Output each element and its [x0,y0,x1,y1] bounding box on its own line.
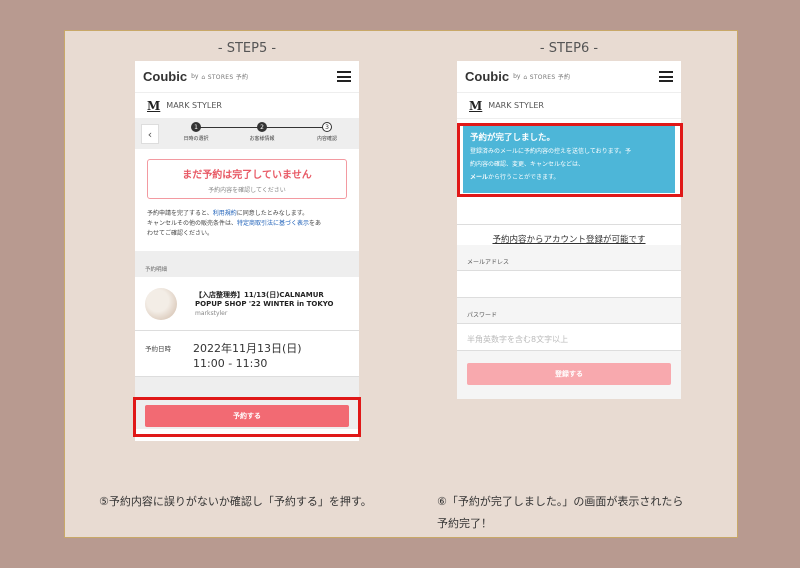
tutorial-panel: - STEP5 - Coubic by ⌂ STORES 予約 M MARK S… [64,30,738,538]
password-field[interactable]: 半角英数字を含む8文字以上 [457,323,681,351]
step-1-label: 日時の選択 [183,136,209,142]
event-title: 【入店整理券】11/13(日)CALNAMUR POPUP SHOP '22 W… [195,290,334,308]
spacer [457,197,681,225]
warning-title: まだ予約は完了していません [182,170,312,181]
commercial-law-link[interactable]: 特定商取引法に基づく表示 [237,220,309,227]
back-button[interactable]: ‹ [141,124,159,144]
step-3-dot: 3 [322,122,332,132]
brand-by: by [191,73,199,80]
menu-icon[interactable] [659,71,673,82]
email-label: メールアドレス [457,245,681,270]
caption-line: 予約完了！ [437,517,492,530]
account-register-link[interactable]: 予約内容からアカウント登録が可能です [457,233,681,245]
terms-of-use-link[interactable]: 利用規約 [213,210,237,217]
shop-name: MARK STYLER [488,101,544,110]
shop-bar[interactable]: M MARK STYLER [135,93,359,119]
stores-logo: ⌂ STORES 予約 [201,74,249,81]
register-button[interactable]: 登録する [467,363,671,385]
caption-line: ⑥「予約が完了しました。」の画面が表示されたら [437,495,684,508]
highlight-frame [457,123,683,197]
menu-icon[interactable] [337,71,351,82]
shop-logo: M [469,98,483,113]
step-2-label: お客様情報 [249,136,275,142]
password-label: パスワード [457,298,681,323]
coubic-logo[interactable]: Coubic [465,69,509,84]
shop-name: MARK STYLER [166,101,222,110]
step5-caption: ⑤予約内容に誤りがないか確認し「予約する」を押す。 [99,495,372,508]
shop-logo: M [147,98,161,113]
step5-heading: - STEP5 - [217,41,277,56]
terms-text: わせてご確認ください。 [147,230,214,237]
step-3-label: 内容確認 [316,136,338,142]
chevron-left-icon: ‹ [147,127,153,141]
progress-stepper: ‹ 1 2 3 日時の選択 お客様情報 内容確認 [135,119,359,149]
reservation-item: 【入店整理券】11/13(日)CALNAMUR POPUP SHOP '22 W… [135,277,359,331]
terms-text: に同意したとみなします。 [236,210,309,217]
datetime-label: 予約日時 [145,345,171,353]
reservation-date: 2022年11月13日(日) [193,342,302,355]
shop-bar[interactable]: M MARK STYLER [457,93,681,119]
step6-phone-screen: Coubic by ⌂ STORES 予約 M MARK STYLER 予約が完… [457,61,681,399]
step6-caption: ⑥「予約が完了しました。」の画面が表示されたら 予約完了！ [437,491,683,535]
section-header: 予約明細 [135,251,359,277]
event-shop: markstyler [195,309,228,317]
warning-subtitle: 予約内容を確認してください [208,187,286,194]
stores-logo: ⌂ STORES 予約 [523,74,571,81]
step6-heading: - STEP6 - [539,41,599,56]
datetime-row: 予約日時 2022年11月13日(日) 11:00 - 11:30 [135,331,359,377]
app-header: Coubic by ⌂ STORES 予約 [457,61,681,93]
brand-by: by [513,73,521,80]
incomplete-warning: まだ予約は完了していません 予約内容を確認してください [147,159,347,199]
event-thumbnail [145,287,177,320]
step-1-dot: 1 [191,122,201,132]
reservation-time: 11:00 - 11:30 [193,357,268,370]
step5-phone-screen: Coubic by ⌂ STORES 予約 M MARK STYLER ‹ 1 … [135,61,359,441]
terms-text: をあ [309,220,322,227]
email-field[interactable] [457,270,681,298]
step-2-dot: 2 [257,122,267,132]
highlight-frame [133,397,361,437]
terms-text: 予約申請を完了すると、 [147,210,213,217]
terms-text: キャンセルその他の販売条件は、 [147,220,238,227]
terms-notice: 予約申請を完了すると、利用規約に同意したとみなします。 キャンセルその他の販売条… [135,209,359,239]
coubic-logo[interactable]: Coubic [143,69,187,84]
app-header: Coubic by ⌂ STORES 予約 [135,61,359,93]
